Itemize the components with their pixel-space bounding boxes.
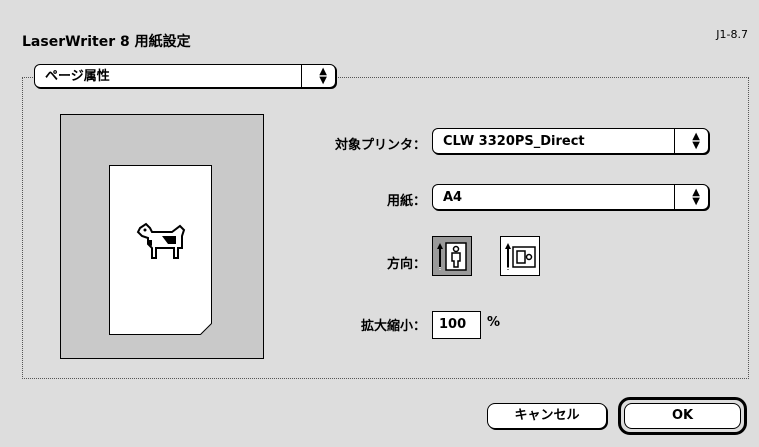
portrait-button[interactable] <box>432 236 472 276</box>
section-popup-value: ページ属性 <box>45 68 110 84</box>
orientation-label: 方向： <box>386 257 426 272</box>
version-label: J1-8.7 <box>716 28 748 41</box>
popup-divider <box>674 129 675 153</box>
printer-popup[interactable]: CLW 3320PS_Direct ▲ ▼ <box>432 128 709 154</box>
page-corner-fold <box>200 323 212 335</box>
portrait-icon <box>437 242 467 271</box>
page-preview-sheet <box>109 165 212 335</box>
landscape-icon <box>505 243 536 271</box>
page-preview <box>60 114 264 359</box>
dogcow-icon <box>136 222 186 259</box>
paper-popup[interactable]: A4 ▲ ▼ <box>432 184 709 210</box>
popup-arrows-icon: ▲ ▼ <box>319 66 327 86</box>
printer-label: 対象プリンタ： <box>334 138 426 153</box>
cancel-button[interactable]: キャンセル <box>487 403 607 429</box>
window-title: LaserWriter 8 用紙設定 <box>22 34 191 50</box>
popup-divider <box>674 185 675 209</box>
popup-arrows-icon: ▲ ▼ <box>692 187 700 207</box>
paper-value: A4 <box>443 189 463 205</box>
section-popup[interactable]: ページ属性 ▲ ▼ <box>34 64 336 88</box>
ok-button[interactable]: OK <box>624 403 741 429</box>
scale-unit: % <box>487 315 501 330</box>
popup-divider <box>301 65 302 87</box>
scale-input[interactable]: 100 <box>432 311 481 339</box>
scale-label: 拡大縮小： <box>360 319 426 334</box>
paper-label: 用紙： <box>386 194 426 209</box>
printer-value: CLW 3320PS_Direct <box>443 133 585 149</box>
popup-arrows-icon: ▲ ▼ <box>692 131 700 151</box>
landscape-button[interactable] <box>500 236 540 276</box>
